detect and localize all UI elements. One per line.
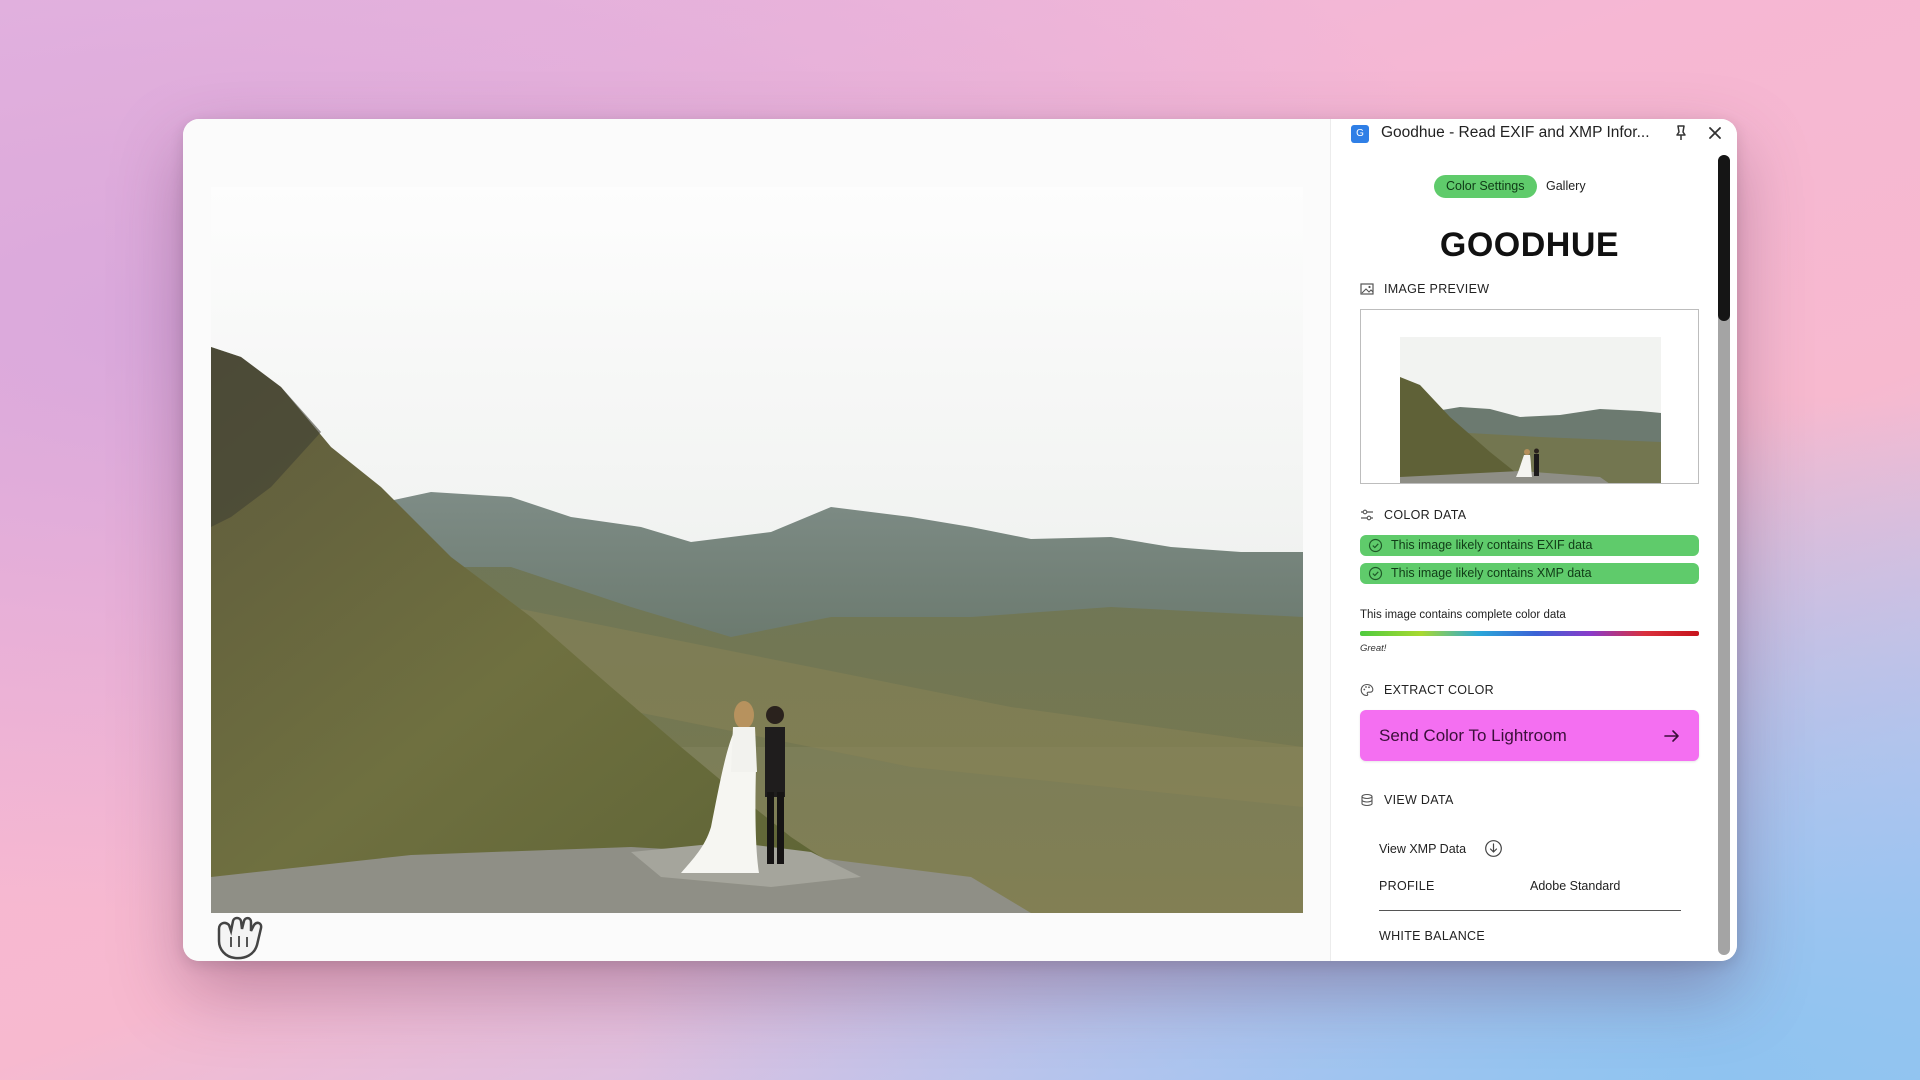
completeness-rating: Great! (1360, 643, 1387, 654)
image-preview-thumbnail (1400, 337, 1661, 483)
section-view-data: VIEW DATA (1360, 793, 1454, 807)
section-image-preview: IMAGE PREVIEW (1360, 282, 1489, 296)
section-label-text: EXTRACT COLOR (1384, 683, 1494, 697)
download-circle-icon[interactable] (1484, 839, 1503, 858)
main-photo (211, 187, 1303, 913)
panel-titlebar: G Goodhue - Read EXIF and XMP Infor... (1331, 119, 1737, 155)
profile-value: Adobe Standard (1530, 879, 1621, 893)
section-extract-color: EXTRACT COLOR (1360, 683, 1494, 697)
image-preview-box (1360, 309, 1699, 484)
xmp-status-badge: This image likely contains XMP data (1360, 563, 1699, 584)
completeness-text: This image contains complete color data (1360, 609, 1566, 621)
pin-icon[interactable] (1671, 123, 1691, 143)
white-balance-label: WHITE BALANCE (1379, 929, 1485, 943)
section-label-text: COLOR DATA (1384, 508, 1467, 522)
section-label-text: VIEW DATA (1384, 793, 1454, 807)
exif-status-badge: This image likely contains EXIF data (1360, 535, 1699, 556)
view-xmp-data-link[interactable]: View XMP Data (1379, 839, 1503, 858)
tab-bar: Color Settings Gallery (1331, 175, 1718, 199)
check-circle-icon (1368, 566, 1383, 581)
profile-label: PROFILE (1379, 879, 1435, 893)
close-icon[interactable] (1705, 123, 1725, 143)
check-circle-icon (1368, 538, 1383, 553)
palette-icon (1360, 683, 1374, 697)
database-icon (1361, 793, 1373, 807)
grab-hand-icon (207, 909, 269, 961)
image-icon (1360, 283, 1374, 295)
tab-gallery[interactable]: Gallery (1534, 175, 1598, 198)
section-label-text: IMAGE PREVIEW (1384, 282, 1490, 296)
send-button-label: Send Color To Lightroom (1379, 726, 1567, 745)
view-xmp-label: View XMP Data (1379, 841, 1467, 856)
send-color-to-lightroom-button[interactable]: Send Color To Lightroom (1360, 710, 1699, 761)
main-canvas (183, 119, 1330, 961)
goodhue-panel: G Goodhue - Read EXIF and XMP Infor... C… (1330, 119, 1737, 961)
exif-status-text: This image likely contains EXIF data (1391, 538, 1593, 552)
sliders-icon (1361, 509, 1373, 521)
section-color-data: COLOR DATA (1360, 508, 1466, 522)
app-logo-icon: G (1351, 125, 1369, 143)
arrow-right-icon (1664, 730, 1679, 742)
color-completeness-bar (1360, 631, 1699, 636)
panel-title: Goodhue - Read EXIF and XMP Infor... (1381, 124, 1650, 141)
tab-color-settings[interactable]: Color Settings (1434, 175, 1537, 198)
xmp-status-text: This image likely contains XMP data (1391, 566, 1592, 580)
app-window: G Goodhue - Read EXIF and XMP Infor... C… (183, 119, 1737, 961)
profile-divider (1379, 910, 1681, 911)
brand-title: GOODHUE (1439, 226, 1620, 264)
